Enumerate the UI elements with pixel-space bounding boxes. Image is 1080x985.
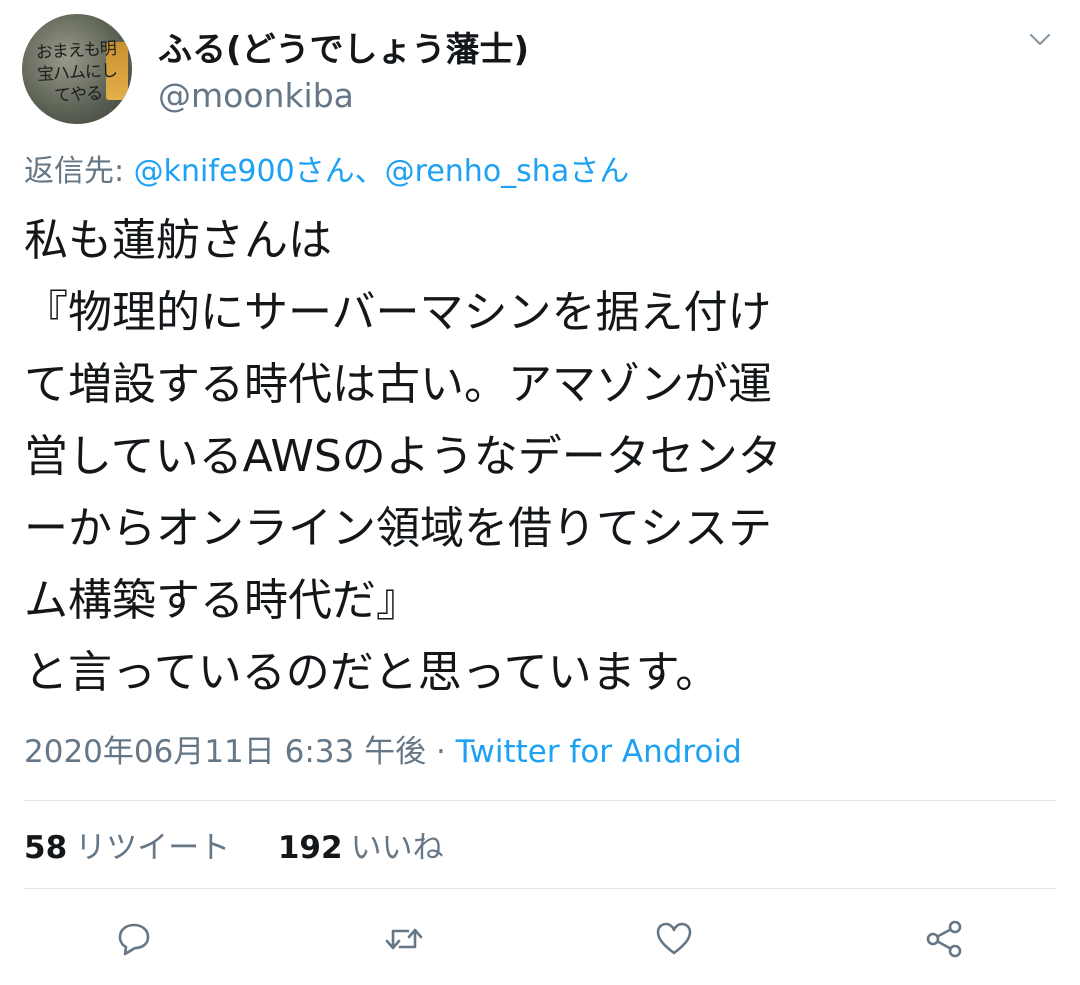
divider-top <box>24 800 1056 801</box>
timestamp[interactable]: 2020年06月11日 6:33 午後 <box>24 734 426 770</box>
tweet-meta: 2020年06月11日 6:33 午後 · Twitter for Androi… <box>24 726 742 771</box>
chevron-down-icon[interactable] <box>1028 30 1052 50</box>
meta-separator: · <box>426 734 456 770</box>
likes-label: いいね <box>350 830 444 866</box>
display-name[interactable]: ふる(どうでしょう藩士) <box>158 22 529 71</box>
avatar[interactable]: おまえも明宝ハムにしてやる <box>22 14 132 124</box>
tweet-text: 私も蓮舫さんは 『物理的にサーバーマシンを据え付け て増設する時代は古い。アマゾ… <box>24 215 782 698</box>
retweets-label: リツイート <box>75 830 231 866</box>
reply-icon[interactable] <box>112 917 156 961</box>
retweet-icon[interactable] <box>382 917 426 961</box>
likes-stat[interactable]: 192 いいね <box>278 830 444 866</box>
tweet-stats: 58 リツイート 192 いいね <box>24 822 444 867</box>
action-bar <box>0 905 1080 975</box>
reply-to-mentions[interactable]: @knife900さん、@renho_shaさん <box>134 154 630 189</box>
retweets-stat[interactable]: 58 リツイート <box>24 830 240 866</box>
likes-count: 192 <box>277 830 343 866</box>
retweets-count: 58 <box>24 830 68 866</box>
avatar-text: おまえも明宝ハムにしてやる <box>35 38 118 107</box>
divider-bottom <box>24 888 1056 889</box>
like-icon[interactable] <box>652 917 696 961</box>
tweet-source[interactable]: Twitter for Android <box>456 734 742 770</box>
reply-to-line: 返信先: @knife900さん、@renho_shaさん <box>24 146 629 190</box>
reply-to-label: 返信先: <box>24 154 125 189</box>
share-icon[interactable] <box>922 917 966 961</box>
user-handle[interactable]: @moonkiba <box>158 76 354 115</box>
